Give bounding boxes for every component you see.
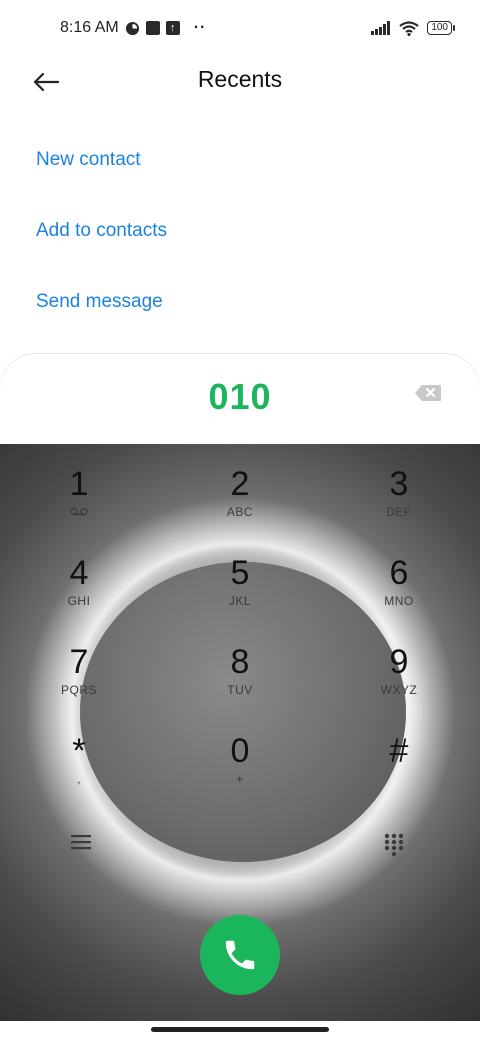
dialer-screen: 8:16 AM ↑ ·· 100 Recents New contact Add… xyxy=(0,0,480,1040)
page-title: Recents xyxy=(197,66,283,92)
number-actions: New contact Add to contacts Send message xyxy=(36,132,167,345)
status-right: 100 xyxy=(371,20,455,36)
backspace-button[interactable] xyxy=(414,384,442,407)
key-digit: 7 xyxy=(69,643,89,681)
key-letters: JKL xyxy=(228,594,252,608)
keypad-area: 1 2 ABC 3 DEF 4 GHI 5 JKL 6 MNO 7 PQRS 8… xyxy=(0,437,480,1021)
status-time: 8:16 AM xyxy=(60,19,119,36)
key-digit: 8 xyxy=(230,643,250,681)
key-letters: GHI xyxy=(67,594,91,608)
key-letters: MNO xyxy=(384,594,414,608)
key-digit: 2 xyxy=(230,465,250,503)
add-to-contacts-link[interactable]: Add to contacts xyxy=(36,203,167,274)
menu-icon xyxy=(71,835,91,850)
key-4[interactable]: 4 GHI xyxy=(24,526,134,608)
dialed-number[interactable]: 010 xyxy=(0,376,480,418)
key-5[interactable]: 5 JKL xyxy=(185,526,295,608)
wifi-icon xyxy=(399,20,419,36)
key-2[interactable]: 2 ABC xyxy=(185,437,295,519)
key-letters: PQRS xyxy=(60,683,97,697)
key-star[interactable]: * , xyxy=(24,704,134,786)
key-8[interactable]: 8 TUV xyxy=(185,615,295,697)
dialpad-toggle-button[interactable] xyxy=(384,833,404,862)
key-digit: 9 xyxy=(389,643,409,681)
key-digit: # xyxy=(389,732,409,770)
key-digit: 1 xyxy=(69,465,89,503)
battery-icon: 100 xyxy=(427,21,455,35)
key-letters: DEF xyxy=(386,505,412,519)
key-7[interactable]: 7 PQRS xyxy=(24,615,134,697)
phone-icon xyxy=(225,940,255,970)
status-bar: 8:16 AM ↑ ·· 100 xyxy=(0,0,480,56)
number-display-panel: 010 xyxy=(0,354,480,444)
send-message-link[interactable]: Send message xyxy=(36,274,167,345)
new-contact-link[interactable]: New contact xyxy=(36,132,167,203)
menu-button[interactable] xyxy=(70,833,100,857)
key-digit: 5 xyxy=(230,554,250,592)
status-left: 8:16 AM ↑ ·· xyxy=(60,19,206,37)
data-saver-icon xyxy=(125,21,140,36)
key-9[interactable]: 9 WXYZ xyxy=(344,615,454,697)
key-digit: 6 xyxy=(389,554,409,592)
notification-square-icon xyxy=(145,21,160,35)
key-letters: , xyxy=(77,772,81,786)
call-button[interactable] xyxy=(200,915,280,995)
header: Recents xyxy=(0,56,480,108)
signal-icon xyxy=(371,21,391,35)
key-1[interactable]: 1 xyxy=(24,437,134,517)
key-letters: ABC xyxy=(226,505,254,519)
key-digit: 0 xyxy=(230,732,250,770)
key-6[interactable]: 6 MNO xyxy=(344,526,454,608)
home-indicator[interactable] xyxy=(151,1027,329,1032)
backspace-icon xyxy=(415,385,441,401)
key-letters: + xyxy=(236,772,244,786)
key-digit: * xyxy=(72,732,86,770)
key-0[interactable]: 0 + xyxy=(185,704,295,786)
key-letters: TUV xyxy=(227,683,253,697)
key-letters: WXYZ xyxy=(380,683,418,697)
key-3[interactable]: 3 DEF xyxy=(344,437,454,519)
key-hash[interactable]: # xyxy=(344,704,454,784)
voicemail-icon xyxy=(24,505,134,519)
upload-icon: ↑ xyxy=(165,21,180,35)
dialpad-icon xyxy=(384,833,404,857)
key-digit: 4 xyxy=(69,554,89,592)
more-notifications-icon: ·· xyxy=(193,19,207,36)
key-digit: 3 xyxy=(389,465,409,503)
